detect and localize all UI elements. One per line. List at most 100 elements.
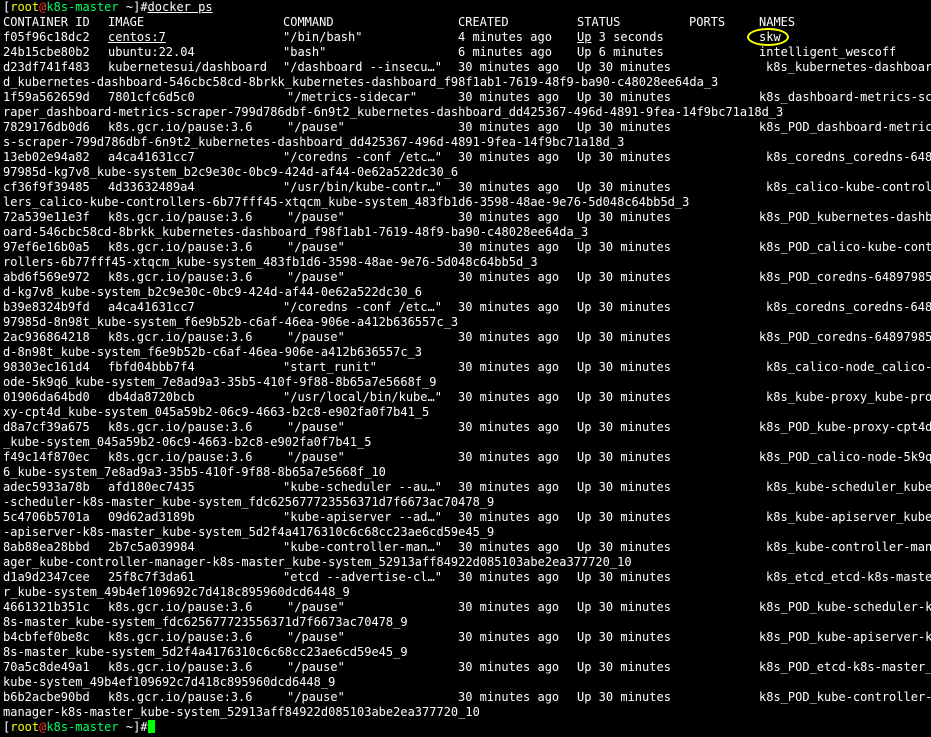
command-cell: "/pause" <box>287 330 345 344</box>
header-ports: PORTS <box>689 15 726 29</box>
prompt-host: k8s-master <box>46 720 119 734</box>
command-cell: "/usr/bin/kube-contr…" <box>283 180 442 194</box>
container-id: 8ab88ea28bbd <box>3 540 90 554</box>
image-name: 2b7c5a039984 <box>108 540 195 554</box>
table-row-continuation: ager_kube-controller-manager-k8s-master_… <box>3 555 632 569</box>
image-name: k8s.gcr.io/pause:3.6 <box>108 660 253 674</box>
created-cell: 30 minutes ago <box>458 420 560 434</box>
container-name: k8s_kube-controller-man <box>766 540 931 554</box>
table-row: 7829176db0d6 k8s.gcr.io/pause:3.6 "/pause"… <box>3 120 931 135</box>
created-cell: 30 minutes ago <box>458 210 560 224</box>
container-name: k8s_POD_coredns-64897985 <box>759 330 931 344</box>
status-cell: Up 30 minutes <box>577 480 671 494</box>
container-id: cf36f9f39485 <box>3 180 90 194</box>
container-id: adec5933a78b <box>3 480 90 494</box>
status-cell: Up 30 minutes <box>577 660 671 674</box>
command-cell: "/coredns -conf /etc…" <box>283 300 442 314</box>
image-name: a4ca41631cc7 <box>108 150 195 164</box>
table-row-continuation: s-scraper-799d786dbf-6n9t2_kubernetes-da… <box>3 135 625 149</box>
created-cell: 30 minutes ago <box>458 540 560 554</box>
table-row: 24b15cbe80b2 ubuntu:22.04 "bash" 6 minut… <box>3 45 931 60</box>
image-name: fbfd04bbb7f4 <box>108 360 195 374</box>
table-row-continuation: xy-cpt4d_kube-system_045a59b2-06c9-4663-… <box>3 405 430 419</box>
container-name: k8s_kube-proxy_kube-pro <box>766 390 931 404</box>
container-name: k8s_POD_kube-controller- <box>759 690 931 704</box>
table-row-continuation: -scheduler-k8s-master_kube-system_fdc625… <box>3 495 495 509</box>
command-cell: "start_runit" <box>283 360 377 374</box>
created-cell: 30 minutes ago <box>458 180 560 194</box>
container-id: 97ef6e16b0a5 <box>3 240 90 254</box>
command-cell: "bash" <box>283 45 327 59</box>
status-cell: Up 30 minutes <box>577 90 671 104</box>
container-name: k8s_kube-scheduler_kube <box>766 480 931 494</box>
table-row: cf36f9f39485 4d33632489a4 "/usr/bin/kube-c… <box>3 180 931 195</box>
container-id: d1a9d2347cee <box>3 570 90 584</box>
prompt-line[interactable]: [root@k8s-master ~]# <box>3 720 931 735</box>
table-row-continuation: rollers-6b77fff45-xtqcm_kube-system_483f… <box>3 255 538 269</box>
container-id: 1f59a562659d <box>3 90 90 104</box>
table-row: d8a7cf39a675 k8s.gcr.io/pause:3.6 "/pause"… <box>3 420 931 435</box>
status-cell: Up 30 minutes <box>577 390 671 404</box>
container-name: k8s_POD_etcd-k8s-master_ <box>759 660 931 674</box>
header-status: STATUS <box>577 15 621 29</box>
created-cell: 30 minutes ago <box>458 570 560 584</box>
status-cell: Up 30 minutes <box>577 630 671 644</box>
status-cell: Up 30 minutes <box>577 510 671 524</box>
container-id: f05f96c18dc2 <box>3 30 90 44</box>
created-cell: 30 minutes ago <box>458 630 560 644</box>
terminal-window[interactable]: [root@k8s-master ~]# docker ps CONTAINER … <box>3 0 931 735</box>
container-id: f49c14f870ec <box>3 450 90 464</box>
table-row: 98303ec161d4 fbfd04bbb7f4 "start_runit" 30 … <box>3 360 931 375</box>
table-row: b39e8324b9fd a4ca41631cc7 "/coredns -conf … <box>3 300 931 315</box>
table-row-continuation: r_kube-system_49b4ef109692c7d418c895960d… <box>3 585 350 599</box>
image-name: k8s.gcr.io/pause:3.6 <box>108 120 253 134</box>
container-name: k8s_POD_coredns-64897985 <box>759 270 931 284</box>
table-row-continuation: 97985d-8n98t_kube-system_f6e9b52b-c6af-4… <box>3 315 459 329</box>
table-row: abd6f569e972 k8s.gcr.io/pause:3.6 "/pause"… <box>3 270 931 285</box>
table-row: f05f96c18dc2 centos:7 "/bin/bash" 4 minu… <box>3 30 931 45</box>
container-id: 98303ec161d4 <box>3 360 90 374</box>
created-cell: 30 minutes ago <box>458 300 560 314</box>
command-cell: "/pause" <box>287 600 345 614</box>
created-cell: 30 minutes ago <box>458 240 560 254</box>
container-name: k8s_calico-node_calico-n <box>766 360 931 374</box>
container-name: k8s_POD_kube-apiserver-k <box>759 630 931 644</box>
container-name: k8s_etcd_etcd-k8s-maste <box>766 570 931 584</box>
container-id: 24b15cbe80b2 <box>3 45 90 59</box>
container-name: k8s_POD_kube-proxy-cpt4d <box>759 420 931 434</box>
table-row: 5c4706b5701a 09d62ad3189b "kube-apiserver … <box>3 510 931 525</box>
header-container-id: CONTAINER ID <box>3 15 90 29</box>
table-row: 8ab88ea28bbd 2b7c5a039984 "kube-controller… <box>3 540 931 555</box>
image-name: db4da8720bcb <box>108 390 195 404</box>
table-row-continuation: raper_dashboard-metrics-scraper-799d786d… <box>3 105 784 119</box>
image-name: centos:7 <box>108 30 166 44</box>
status-cell: Up 30 minutes <box>577 300 671 314</box>
table-row-continuation: -apiserver-k8s-master_kube-system_5d2f4a… <box>3 525 495 539</box>
status-cell: Up 30 minutes <box>577 420 671 434</box>
image-name: ubuntu:22.04 <box>108 45 195 59</box>
created-cell: 30 minutes ago <box>458 480 560 494</box>
prompt-dir: ~ <box>125 0 134 14</box>
command-cell: "/coredns -conf /etc…" <box>283 150 442 164</box>
command-cell: "/pause" <box>287 210 345 224</box>
header-image: IMAGE <box>108 15 145 29</box>
container-id: 70a5c8de49a1 <box>3 660 90 674</box>
container-name: k8s_POD_kube-scheduler-k <box>759 600 931 614</box>
table-row-continuation: d-8n98t_kube-system_f6e9b52b-c6af-46ea-9… <box>3 345 423 359</box>
image-name: k8s.gcr.io/pause:3.6 <box>108 330 253 344</box>
status-cell: Up 30 minutes <box>577 540 671 554</box>
table-header: CONTAINER ID IMAGE COMMAND CREATED STATU… <box>3 15 931 30</box>
container-id: 4661321b351c <box>3 600 90 614</box>
container-name: k8s_coredns_coredns-648 <box>766 300 931 314</box>
status-cell: Up 30 minutes <box>577 180 671 194</box>
table-row-continuation: d-kg7v8_kube-system_b2c9e30c-0bc9-424d-a… <box>3 285 423 299</box>
command-text: docker ps <box>147 0 213 14</box>
prompt-dir: ~ <box>125 720 134 734</box>
status-cell: Up 30 minutes <box>577 60 671 74</box>
table-row: b6b2acbe90bd k8s.gcr.io/pause:3.6 "/pause"… <box>3 690 931 705</box>
status-cell: Up 30 minutes <box>577 600 671 614</box>
table-row-continuation: 8s-master_kube-system_fdc625677723556371… <box>3 615 408 629</box>
command-cell: "/usr/local/bin/kube…" <box>283 390 442 404</box>
table-row: 4661321b351c k8s.gcr.io/pause:3.6 "/pause"… <box>3 600 931 615</box>
status-cell: Up 30 minutes <box>577 330 671 344</box>
